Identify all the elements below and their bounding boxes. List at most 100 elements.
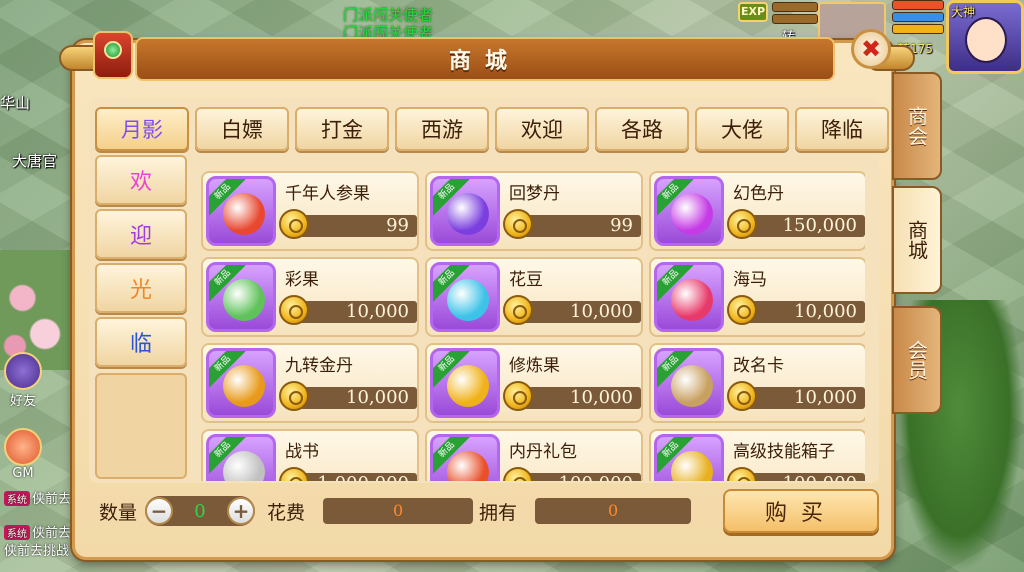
category-tab-jianglin[interactable]: 降临 (795, 107, 889, 151)
item-grid[interactable]: 新品 千年人参果 99 新品 回梦丹 99 新品 幻色丹 150,000 新品 彩果 10,000 新品… (201, 171, 865, 481)
friends-button[interactable]: 好友 (4, 352, 42, 409)
subtab-lin[interactable]: 临 (95, 317, 187, 367)
player-avatar[interactable]: 大神 (946, 0, 1024, 74)
buy-button[interactable]: 购买 (723, 489, 879, 533)
item-icon: 新品 (430, 348, 500, 418)
shop-item[interactable]: 新品 彩果 10,000 (201, 257, 419, 337)
subtab-guang[interactable]: 光 (95, 263, 187, 313)
shop-item[interactable]: 新品 海马 10,000 (649, 257, 865, 337)
item-price: 10,000 (346, 387, 409, 408)
gm-icon (4, 428, 42, 466)
item-price: 10,000 (794, 387, 857, 408)
item-icon: 新品 (206, 434, 276, 481)
category-tabs: 月影 白嫖 打金 西游 欢迎 各路 大佬 降临 (95, 107, 889, 151)
chat-text: 侠前去挑战 (4, 544, 70, 559)
close-button[interactable]: ✖ (851, 29, 891, 69)
item-price: 10,000 (794, 301, 857, 322)
side-tab-huiyuan[interactable]: 会员 (892, 306, 942, 414)
gold-coin-icon (503, 295, 533, 325)
category-tab-yueying[interactable]: 月影 (95, 107, 189, 151)
map-label: 华山 (0, 94, 31, 112)
quantity-value[interactable]: 0 (173, 501, 227, 522)
gem-icon (104, 41, 122, 59)
subtab-column: 欢 迎 光 临 (95, 155, 187, 369)
exp-badge: EXP (738, 2, 768, 22)
shop-item[interactable]: 新品 幻色丹 150,000 (649, 171, 865, 251)
shop-panel: 商城 ✖ 月影 白嫖 打金 西游 欢迎 各路 大佬 降临 欢 迎 光 临 新品千… (59, 29, 915, 560)
item-name: 花豆 (509, 270, 543, 290)
category-tab-huanying[interactable]: 欢迎 (495, 107, 589, 151)
item-icon: 新品 (654, 176, 724, 246)
item-glyph-icon (671, 365, 713, 407)
item-icon: 新品 (430, 176, 500, 246)
gold-coin-icon (503, 381, 533, 411)
quantity-label: 数量 (99, 501, 138, 524)
item-glyph-icon (671, 279, 713, 321)
item-icon: 新品 (654, 348, 724, 418)
item-name: 彩果 (285, 270, 319, 290)
item-price: 10,000 (346, 301, 409, 322)
category-tab-dalao[interactable]: 大佬 (695, 107, 789, 151)
item-icon: 新品 (206, 348, 276, 418)
shop-item[interactable]: 新品 改名卡 10,000 (649, 343, 865, 423)
item-glyph-icon (671, 451, 713, 481)
item-name: 幻色丹 (733, 184, 784, 204)
item-icon: 新品 (430, 262, 500, 332)
item-name: 高级技能箱子 (733, 442, 835, 462)
chat-tag: 系统 (4, 491, 30, 506)
item-price: 99 (386, 215, 409, 236)
item-name: 九转金丹 (285, 356, 353, 376)
gold-coin-icon (279, 209, 309, 239)
gold-coin-icon (279, 467, 309, 481)
item-price: 100,000 (559, 473, 633, 481)
subtab-panel-filler (95, 373, 187, 479)
item-glyph-icon (223, 451, 265, 481)
category-tab-xiyou[interactable]: 西游 (395, 107, 489, 151)
item-icon: 新品 (430, 434, 500, 481)
shop-item[interactable]: 新品战书 1,000,000 (201, 429, 419, 481)
own-value: 0 (535, 498, 692, 524)
subtab-ying[interactable]: 迎 (95, 209, 187, 259)
gold-coin-icon (727, 209, 757, 239)
plus-button[interactable]: + (227, 497, 256, 525)
gold-coin-icon (727, 295, 757, 325)
item-icon: 新品 (206, 176, 276, 246)
item-glyph-icon (447, 451, 489, 481)
item-price: 150,000 (782, 215, 857, 236)
item-price: 1,000,000 (317, 473, 409, 481)
gm-button[interactable]: GM (4, 428, 42, 481)
shop-item[interactable]: 新品 回梦丹 99 (425, 171, 643, 251)
shop-item[interactable]: 新品高级技能箱子 100,000 (649, 429, 865, 481)
item-name: 千年人参果 (285, 184, 370, 204)
category-tab-dajin[interactable]: 打金 (295, 107, 389, 151)
mp-bar (892, 12, 944, 22)
category-tab-baipiao[interactable]: 白嫖 (195, 107, 289, 151)
player-name: 大神 (951, 5, 976, 19)
shop-item[interactable]: 新品 花豆 10,000 (425, 257, 643, 337)
shop-item[interactable]: 新品 千年人参果 99 (201, 171, 419, 251)
gold-coin-icon (279, 295, 309, 325)
item-name: 回梦丹 (509, 184, 560, 204)
chat-line: 侠前去挑战 (4, 540, 69, 559)
side-tab-shanghui[interactable]: 商会 (892, 72, 942, 180)
shop-item[interactable]: 新品 九转金丹 10,000 (201, 343, 419, 423)
item-glyph-icon (447, 365, 489, 407)
shop-title: 商城 (448, 49, 521, 74)
lantern-icon (93, 31, 133, 79)
exp-bar (772, 2, 818, 12)
item-icon: 新品 (654, 434, 724, 481)
friends-icon (4, 352, 42, 390)
cost-value: 0 (323, 498, 474, 524)
side-tab-shangcheng[interactable]: 商城 (892, 186, 942, 294)
subtab-huan[interactable]: 欢 (95, 155, 187, 205)
shop-item[interactable]: 新品 修炼果 10,000 (425, 343, 643, 423)
item-name: 海马 (733, 270, 767, 290)
minus-button[interactable]: − (145, 497, 174, 525)
gold-coin-icon (503, 209, 533, 239)
category-tab-gelu[interactable]: 各路 (595, 107, 689, 151)
map-label: 大唐官 (12, 152, 58, 170)
purchase-footer: 数量 − 0 + 花费 0 拥有 0 购买 (99, 489, 879, 533)
shop-item[interactable]: 新品内丹礼包 100,000 (425, 429, 643, 481)
chat-tag: 系统 (4, 525, 30, 540)
exp-bar (772, 14, 818, 24)
